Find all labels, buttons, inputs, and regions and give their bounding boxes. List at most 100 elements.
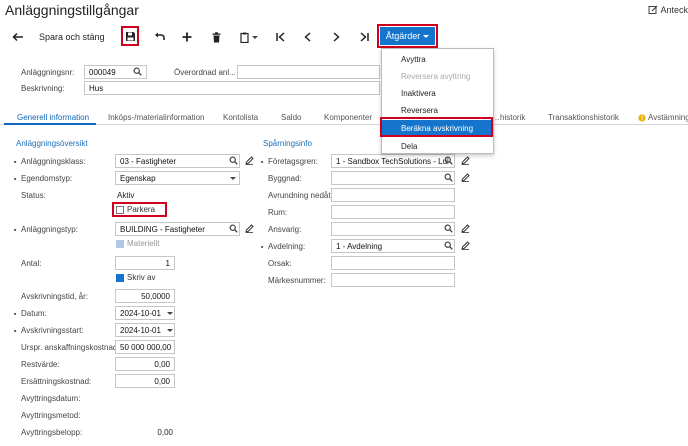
edit-pencil-icon[interactable] — [461, 156, 470, 165]
useful-life-field[interactable]: 50,0000 — [115, 289, 175, 303]
actions-label: Åtgärder — [385, 31, 421, 41]
copy-paste-dropdown[interactable] — [238, 30, 260, 44]
chevron-down-icon[interactable] — [167, 312, 173, 315]
salvage-label: Restvärde: — [21, 360, 60, 369]
search-icon[interactable] — [444, 173, 453, 182]
edit-pencil-icon[interactable] — [245, 224, 254, 233]
notes-label: Anteck — [660, 5, 688, 15]
last-record-button[interactable] — [357, 30, 371, 44]
page-title: Anläggningstillgångar — [5, 2, 139, 18]
parent-asset-label: Överordnad anl... — [174, 68, 236, 77]
date-field[interactable]: 2024-10-01 — [115, 306, 175, 320]
tangible-label: Materiellt — [127, 239, 160, 248]
description-label: Beskrivning: — [21, 84, 65, 93]
quantity-field[interactable]: 1 — [115, 256, 175, 270]
add-button[interactable] — [180, 30, 194, 44]
chevron-down-icon[interactable] — [167, 329, 173, 332]
save-button[interactable] — [123, 29, 137, 43]
search-icon[interactable] — [229, 156, 238, 165]
floor-field[interactable] — [331, 188, 455, 202]
search-icon[interactable] — [444, 241, 453, 250]
first-record-button[interactable] — [273, 30, 287, 44]
edit-pencil-icon[interactable] — [245, 156, 254, 165]
tangible-checkbox: Materiellt — [116, 239, 159, 248]
undo-button[interactable] — [152, 30, 166, 44]
depreciate-checkbox[interactable]: Skriv av — [116, 273, 155, 282]
save-close-button[interactable]: Spara och stäng — [39, 30, 105, 44]
disposal-date-label: Avyttringsdatum: — [21, 394, 81, 403]
back-button[interactable] — [11, 30, 25, 44]
depreciate-checkbox-box[interactable] — [116, 273, 124, 282]
notes-icon — [648, 5, 658, 15]
tab-purchase-info[interactable]: Inköps-/materialinformation — [108, 113, 204, 122]
building-field[interactable] — [331, 171, 455, 185]
orig-cost-label: Urspr. anskaffningskostnad: — [21, 343, 120, 352]
tangible-checkbox-box — [116, 239, 124, 248]
replacement-cost-field[interactable]: 0,00 — [115, 374, 175, 388]
menu-item-reverse-disposal: Reversera avyttring — [401, 72, 471, 81]
park-checkbox[interactable]: Parkera — [116, 205, 155, 214]
park-checkbox-box[interactable] — [116, 205, 124, 214]
useful-life-label: Avskrivningstid, år: — [21, 292, 88, 301]
previous-record-button[interactable] — [300, 30, 314, 44]
tab-reconciliation[interactable]: Avstämning — [638, 113, 688, 122]
depreciation-start-field[interactable]: 2024-10-01 — [115, 323, 175, 337]
active-tab-indicator — [4, 123, 96, 125]
status-label: Status: — [21, 191, 46, 200]
search-icon[interactable] — [444, 224, 453, 233]
parent-asset-field[interactable] — [237, 65, 380, 79]
company-branch-label: Företagsgren: — [261, 157, 318, 166]
warning-icon — [638, 113, 646, 122]
search-icon[interactable] — [444, 156, 453, 165]
edit-pencil-icon[interactable] — [461, 173, 470, 182]
tab-transaction-history[interactable]: Transaktionshistorik — [548, 113, 619, 122]
menu-item-deactivate[interactable]: Inaktivera — [382, 85, 493, 102]
reason-label: Orsak: — [268, 259, 292, 268]
tab-balance[interactable]: Saldo — [281, 113, 301, 122]
actions-button[interactable]: Åtgärder — [380, 27, 435, 45]
tab-components[interactable]: Komponenter — [324, 113, 372, 122]
building-label: Byggnad: — [268, 174, 302, 183]
asset-type-label: Anläggningstyp: — [14, 225, 78, 234]
skip-last-icon — [360, 32, 369, 42]
tab-account-list[interactable]: Kontolista — [223, 113, 258, 122]
tab-general-info[interactable]: Generell information — [17, 113, 89, 122]
room-field[interactable] — [331, 205, 455, 219]
notes-button[interactable]: Anteck — [648, 5, 688, 15]
next-record-button[interactable] — [329, 30, 343, 44]
edit-pencil-icon[interactable] — [461, 241, 470, 250]
quantity-label: Antal: — [21, 259, 42, 268]
company-branch-field[interactable]: 1 - Sandbox TechSolutions - Lul — [331, 154, 455, 168]
replacement-cost-label: Ersättningskostnad: — [21, 377, 92, 386]
chevron-left-icon — [303, 32, 311, 42]
orig-cost-field[interactable]: 50 000 000,00 — [115, 340, 175, 354]
edit-pencil-icon[interactable] — [461, 224, 470, 233]
skip-first-icon — [275, 32, 285, 42]
ownership-type-select[interactable]: Egenskap — [115, 171, 240, 185]
salvage-field[interactable]: 0,00 — [115, 357, 175, 371]
menu-item-dispose[interactable]: Avyttra — [382, 51, 493, 68]
tab-history[interactable]: …historik — [492, 113, 525, 122]
custodian-label: Ansvarig: — [268, 225, 302, 234]
asset-class-label: Anläggningsklass: — [14, 157, 86, 166]
disposal-amount-label: Avyttringsbelopp: — [21, 428, 83, 437]
reason-field[interactable] — [331, 256, 455, 270]
asset-class-field[interactable]: 03 - Fastigheter — [115, 154, 240, 168]
search-icon[interactable] — [229, 224, 238, 233]
department-field[interactable]: 1 - Avdelning — [331, 239, 455, 253]
arrow-left-icon — [12, 32, 24, 42]
asset-type-field[interactable]: BUILDING - Fastigheter — [115, 222, 240, 236]
description-field[interactable]: Hus — [84, 81, 380, 95]
trash-icon — [212, 31, 221, 43]
park-label: Parkera — [127, 205, 156, 214]
chevron-down-icon — [230, 177, 236, 180]
search-icon[interactable] — [133, 67, 142, 76]
custodian-field[interactable] — [331, 222, 455, 236]
tag-number-field[interactable] — [331, 273, 455, 287]
menu-item-split[interactable]: Dela — [382, 138, 493, 155]
depreciate-label: Skriv av — [127, 273, 156, 282]
delete-button[interactable] — [209, 30, 223, 44]
tab-reconciliation-label: Avstämning — [648, 113, 688, 122]
tag-number-label: Märkesnummer: — [268, 276, 326, 285]
disposal-method-label: Avyttringsmetod: — [21, 411, 81, 420]
